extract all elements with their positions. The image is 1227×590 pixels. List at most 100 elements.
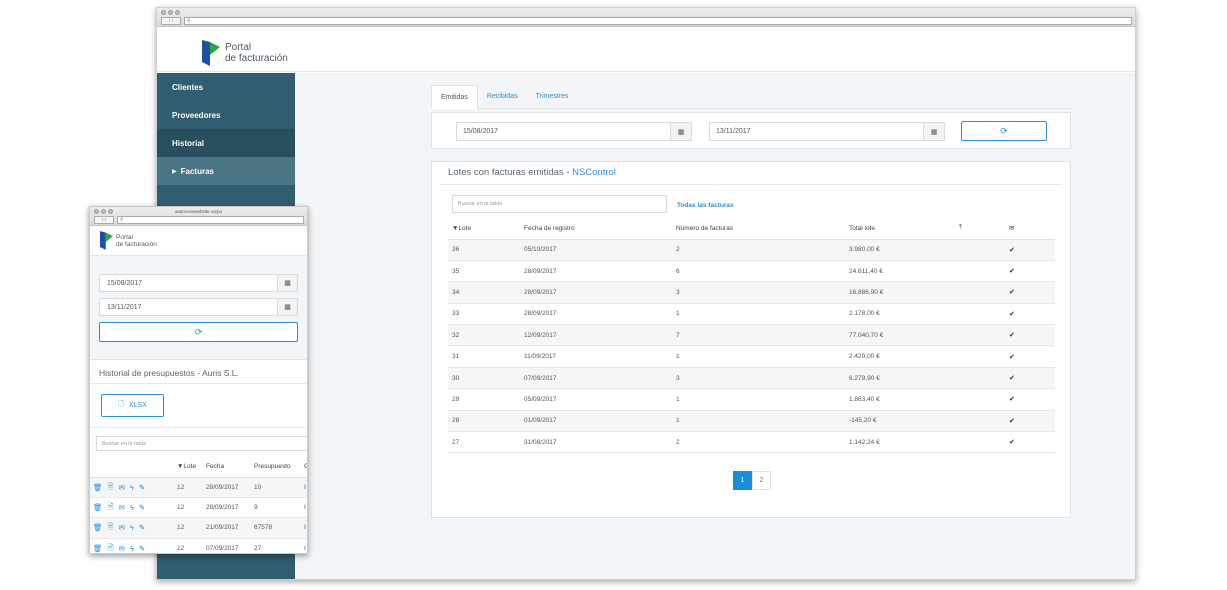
envelope-icon[interactable]: ✉ (119, 503, 125, 512)
column-header-actions (90, 456, 174, 478)
url-bar[interactable]: ⚲ (117, 216, 304, 224)
window-controls[interactable] (161, 10, 180, 15)
table-row[interactable]: 🗑 🗎 ✉ ϟ ✎ 12 28/09/2017 10 I (90, 477, 307, 498)
upload-cell (955, 281, 1005, 304)
table-row[interactable]: 🗑 🗎 ✉ ϟ ✎ 12 21/09/2017 67578 I (90, 517, 307, 539)
table-row[interactable]: 27 31/08/2017 2 1.142,24 € ✔ (448, 431, 1055, 454)
num-facturas-cell: 2 (672, 239, 845, 261)
fecha-cell: 21/09/2017 (203, 517, 251, 539)
sidebar-item-clientes[interactable]: Clientes (157, 73, 295, 101)
column-header-fecha[interactable]: Fecha (203, 456, 251, 478)
table-row[interactable]: 35 28/09/2017 6 24.611,40 € ✔ (448, 260, 1055, 283)
column-header-total[interactable]: Total lote (845, 218, 955, 240)
table-row[interactable]: 🗑 🗎 ✉ ϟ ✎ 12 07/09/2017 27 I (90, 538, 307, 553)
check-icon: ✔ (1009, 417, 1015, 425)
pencil-icon[interactable]: ✎ (139, 503, 145, 512)
pencil-icon[interactable]: ✎ (139, 544, 145, 553)
column-header-lote[interactable]: ▼Lote (174, 456, 203, 478)
all-invoices-link[interactable]: Todas las facturas (677, 202, 734, 209)
trash-icon[interactable]: 🗑 (93, 483, 103, 492)
pdf-icon[interactable]: 🗎 (108, 501, 114, 514)
calendar-icon[interactable]: ▦ (670, 123, 691, 140)
upload-cell (955, 324, 1005, 347)
date-to-input[interactable]: 13/11/2017 ▦ (99, 298, 298, 316)
column-header-presupuesto[interactable]: Presupuesto (251, 456, 301, 478)
lote-cell: 27 (448, 431, 520, 454)
pdf-icon[interactable]: 🗎 (108, 521, 114, 534)
bolt-icon[interactable]: ϟ (130, 544, 134, 553)
sidebar-item-historial[interactable]: Historial (157, 129, 295, 157)
table-row[interactable]: 33 28/09/2017 1 2.178,00 € ✔ (448, 303, 1055, 326)
table-row[interactable]: 31 11/09/2017 1 2.420,00 € ✔ (448, 345, 1055, 368)
table-row[interactable]: 32 12/09/2017 7 77.040,70 € ✔ (448, 324, 1055, 347)
back-forward-buttons[interactable]: ‹ › (161, 17, 181, 25)
back-forward-buttons[interactable]: ‹ › (94, 216, 114, 224)
sidebar-item-facturas[interactable]: ▶ Facturas (157, 157, 295, 185)
xlsx-export-button[interactable]: 🗋 XLSX (101, 394, 164, 417)
table-row[interactable]: 34 28/09/2017 3 16.886,90 € ✔ (448, 281, 1055, 304)
divider (440, 184, 1062, 185)
minimize-dot-icon[interactable] (168, 10, 173, 15)
portal-logo[interactable]: Portal de facturación (100, 231, 157, 250)
table-search-input[interactable]: Buscar en la tabla (452, 195, 667, 213)
sidebar-item-label: Proveedores (172, 110, 221, 120)
table-search-input[interactable]: Buscar en la tabla (96, 436, 307, 451)
table-row[interactable]: 28 01/09/2017 1 -145,20 € ✔ (448, 410, 1055, 433)
column-header-fecha[interactable]: Fecha de registro (520, 218, 672, 240)
refresh-icon: ⟳ (1000, 125, 1008, 136)
url-bar[interactable]: ⚲ (184, 17, 1132, 25)
bolt-icon[interactable]: ϟ (130, 523, 134, 532)
sidebar-item-label: Facturas (180, 166, 214, 176)
refresh-button[interactable]: ⟳ (961, 121, 1047, 141)
num-facturas-cell: 1 (672, 303, 845, 326)
envelope-icon: ✉ (1009, 225, 1015, 233)
envelope-icon[interactable]: ✉ (119, 483, 125, 492)
trash-icon[interactable]: 🗑 (93, 523, 103, 532)
pencil-icon[interactable]: ✎ (139, 483, 145, 492)
calendar-icon[interactable]: ▦ (277, 299, 297, 315)
refresh-button[interactable]: ⟳ (99, 322, 298, 342)
sidebar-item-proveedores[interactable]: Proveedores (157, 101, 295, 129)
trash-icon[interactable]: 🗑 (93, 544, 103, 553)
bolt-icon[interactable]: ϟ (130, 503, 134, 512)
date-from-value: 15/08/2017 (107, 279, 143, 287)
portal-logo-icon (202, 40, 220, 66)
extra-cell: I (301, 477, 307, 498)
tab-emitidas[interactable]: Emitidas (431, 85, 478, 109)
trash-icon[interactable]: 🗑 (93, 503, 103, 512)
pdf-icon[interactable]: 🗎 (108, 481, 114, 494)
date-from-input[interactable]: 15/08/2017 ▦ (456, 122, 692, 141)
tab-trimestres[interactable]: Trimestres (527, 84, 578, 108)
date-from-input[interactable]: 15/08/2017 ▦ (99, 274, 298, 292)
table-row[interactable]: 30 07/09/2017 3 6.279,90 € ✔ (448, 367, 1055, 390)
pdf-icon[interactable]: 🗎 (108, 542, 114, 553)
sent-cell: ✔ (1005, 345, 1055, 368)
zoom-dot-icon[interactable] (175, 10, 180, 15)
lotes-table: ▼Lote Fecha de registro Número de factur… (448, 218, 1055, 454)
check-icon: ✔ (1009, 268, 1015, 276)
page-1-button[interactable]: 1 (733, 471, 752, 490)
close-dot-icon[interactable] (161, 10, 166, 15)
portal-logo[interactable]: Portal de facturación (202, 40, 288, 66)
date-filter-panel: 15/08/2017 ▦ 13/11/2017 ▦ ⟳ (431, 112, 1071, 149)
tab-recibidas[interactable]: Recibidas (478, 84, 527, 108)
envelope-icon[interactable]: ✉ (119, 523, 125, 532)
table-row[interactable]: 29 05/09/2017 1 1.863,40 € ✔ (448, 388, 1055, 411)
client-name: NSControl (572, 167, 616, 178)
date-to-input[interactable]: 13/11/2017 ▦ (709, 122, 945, 141)
calendar-icon[interactable]: ▦ (277, 275, 297, 291)
column-header-lote[interactable]: ▼Lote (448, 218, 520, 240)
table-row[interactable]: 🗑 🗎 ✉ ϟ ✎ 12 28/09/2017 9 I (90, 497, 307, 519)
table-row[interactable]: 36 05/10/2017 2 3.980,00 € ✔ (448, 239, 1055, 261)
pencil-icon[interactable]: ✎ (139, 523, 145, 532)
calendar-icon[interactable]: ▦ (923, 123, 944, 140)
envelope-icon[interactable]: ✉ (119, 544, 125, 553)
column-header-num[interactable]: Número de facturas (672, 218, 845, 240)
page-2-button[interactable]: 2 (752, 471, 771, 490)
column-header-extra[interactable]: C (301, 456, 307, 478)
mobile-content: 15/08/2017 ▦ 13/11/2017 ▦ ⟳ Historial de… (90, 256, 307, 553)
total-cell: 2.420,00 € (845, 345, 955, 368)
fecha-cell: 28/09/2017 (520, 281, 672, 304)
bolt-icon[interactable]: ϟ (130, 483, 134, 492)
check-icon: ✔ (1009, 353, 1015, 361)
